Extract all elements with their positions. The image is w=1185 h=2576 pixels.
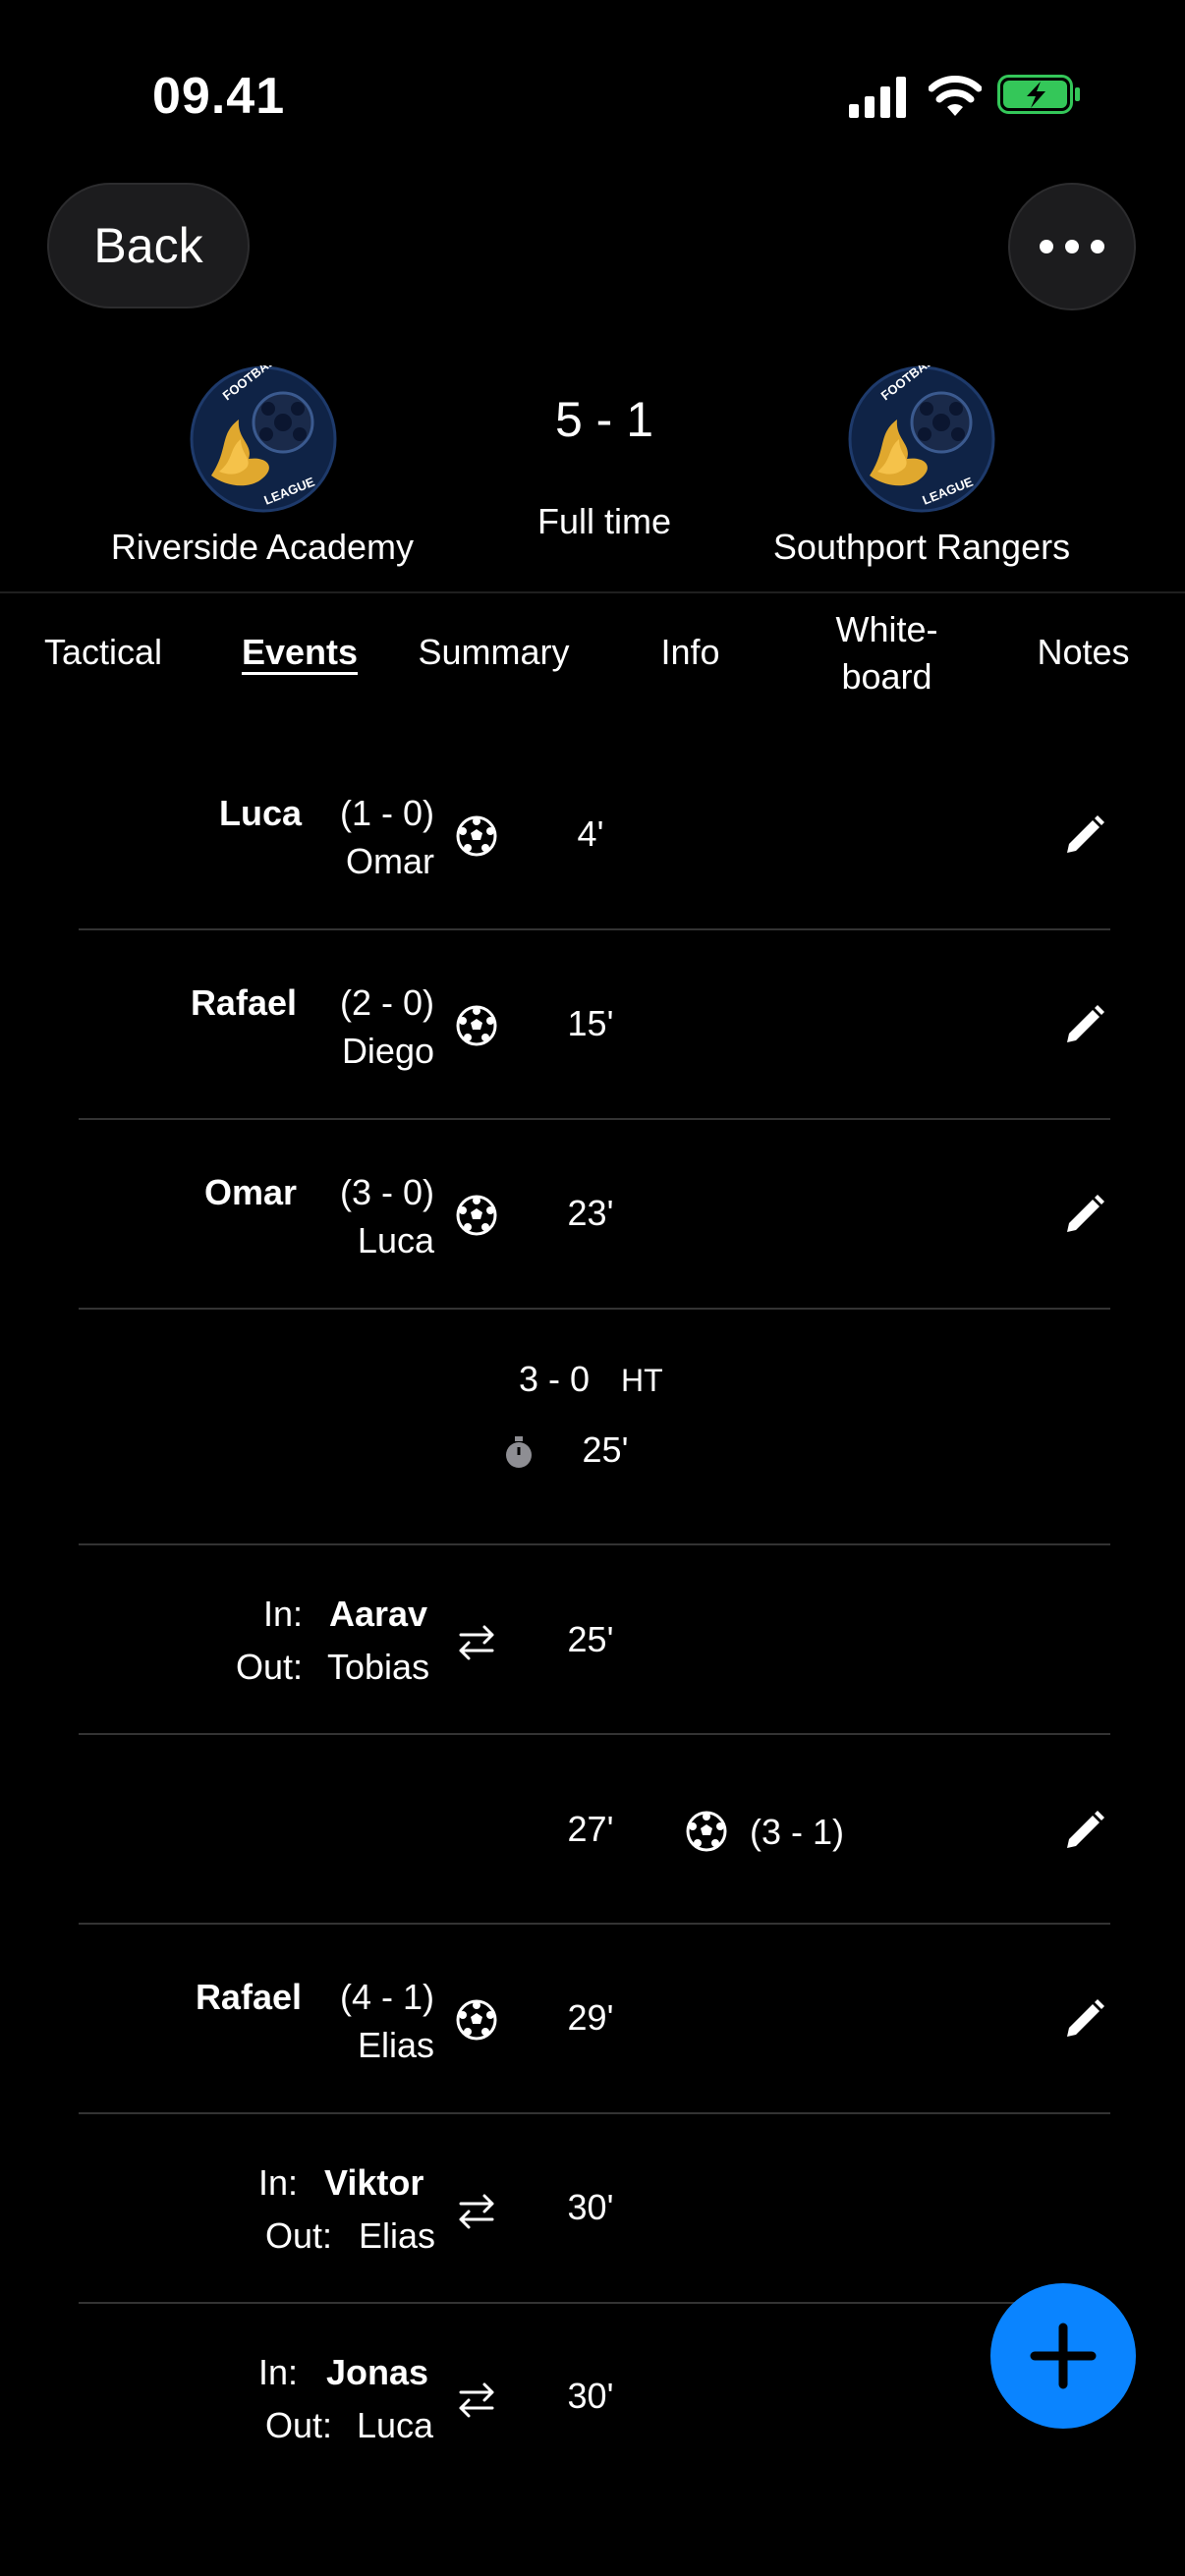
event-minute: 30' — [567, 2187, 614, 2227]
substitution-arrows-icon — [459, 2194, 494, 2229]
event-minute: 4' — [577, 813, 604, 854]
sub-in-player: Jonas — [326, 2352, 429, 2392]
halftime-label: HT — [621, 1363, 663, 1398]
sub-out-player: Elias — [359, 2215, 436, 2256]
tab-whiteboard[interactable]: White- board — [791, 606, 983, 700]
goal-score: (2 - 0) — [339, 982, 434, 1023]
back-button[interactable]: Back — [47, 183, 250, 308]
home-team-logo: FOOTBALL LEAGUE — [190, 365, 337, 513]
substitution-arrows-icon — [459, 1625, 494, 1660]
event-divider — [79, 1733, 1110, 1735]
sub-out-label: Out: — [264, 2215, 332, 2256]
edit-pencil-icon[interactable] — [1059, 1995, 1108, 2044]
wifi-icon — [929, 76, 982, 116]
home-team-name: Riverside Academy — [110, 527, 415, 567]
sub-in-player: Viktor — [324, 2162, 424, 2203]
status-time: 09.41 — [152, 68, 286, 125]
goal-score: (1 - 0) — [339, 793, 434, 833]
edit-pencil-icon[interactable] — [1059, 1001, 1108, 1050]
add-event-button[interactable] — [990, 2283, 1136, 2429]
goal-assist: Luca — [357, 1220, 434, 1260]
sub-out-label: Out: — [264, 2405, 332, 2445]
sub-out-player: Tobias — [327, 1647, 430, 1687]
goal-assist: Omar — [346, 841, 434, 881]
goal-score: (3 - 1) — [750, 1812, 845, 1852]
sub-out-label: Out: — [235, 1647, 303, 1687]
event-divider — [79, 2302, 1110, 2304]
event-minute: 30' — [567, 2376, 614, 2416]
substitution-arrows-icon — [459, 2382, 494, 2418]
event-minute: 29' — [567, 1997, 614, 2038]
halftime-minute: 25' — [582, 1429, 629, 1470]
event-divider — [79, 1543, 1110, 1545]
tab-info[interactable]: Info — [629, 629, 752, 676]
header-divider — [0, 591, 1185, 593]
stopwatch-icon — [506, 1436, 532, 1468]
sub-in-label: In: — [257, 2162, 298, 2203]
goal-score: (4 - 1) — [339, 1977, 434, 2017]
away-team-logo: FOOTBALL LEAGUE — [848, 365, 995, 513]
goal-scorer: Rafael — [195, 1977, 302, 2017]
goal-assist: Elias — [357, 2025, 434, 2065]
tab-whiteboard-line1: White- — [835, 609, 938, 649]
goal-scorer: Luca — [218, 793, 302, 833]
halftime-score: 3 - 0 — [519, 1359, 591, 1399]
event-minute: 15' — [567, 1003, 614, 1043]
tab-tactical[interactable]: Tactical — [20, 629, 187, 676]
goal-score: (3 - 0) — [339, 1172, 434, 1212]
goal-scorer: Rafael — [190, 982, 297, 1023]
soccer-ball-icon — [456, 815, 497, 857]
away-team-name: Southport Rangers — [772, 527, 1071, 567]
plus-icon — [1030, 2323, 1097, 2389]
soccer-ball-icon — [456, 1999, 497, 2041]
event-minute: 25' — [567, 1619, 614, 1659]
tab-whiteboard-line2: board — [841, 656, 932, 697]
event-divider — [79, 928, 1110, 930]
goal-assist: Diego — [341, 1031, 434, 1071]
soccer-ball-icon — [456, 1195, 497, 1236]
tab-events[interactable]: Events — [216, 629, 383, 676]
battery-charging-icon — [997, 75, 1080, 114]
edit-pencil-icon[interactable] — [1059, 1807, 1108, 1856]
sub-in-player: Aarav — [329, 1594, 428, 1634]
event-minute: 27' — [567, 1809, 614, 1849]
tab-notes[interactable]: Notes — [1012, 629, 1155, 676]
tab-summary[interactable]: Summary — [403, 629, 585, 676]
event-minute: 23' — [567, 1193, 614, 1233]
match-status: Full time — [536, 501, 672, 541]
event-divider — [79, 1923, 1110, 1925]
more-options-button[interactable] — [1008, 183, 1136, 310]
event-divider — [79, 2112, 1110, 2114]
sub-out-player: Luca — [357, 2405, 434, 2445]
event-divider — [79, 1308, 1110, 1310]
more-dot-icon — [1040, 240, 1053, 253]
more-dot-icon — [1065, 240, 1079, 253]
edit-pencil-icon[interactable] — [1059, 812, 1108, 861]
more-dot-icon — [1091, 240, 1104, 253]
edit-pencil-icon[interactable] — [1059, 1191, 1108, 1240]
event-divider — [79, 1118, 1110, 1120]
sub-in-label: In: — [262, 1594, 303, 1634]
soccer-ball-icon — [686, 1811, 727, 1852]
soccer-ball-icon — [456, 1005, 497, 1046]
sub-in-label: In: — [257, 2352, 298, 2392]
match-score: 5 - 1 — [554, 392, 654, 447]
goal-scorer: Omar — [203, 1172, 297, 1212]
cellular-signal-icon — [849, 77, 906, 118]
